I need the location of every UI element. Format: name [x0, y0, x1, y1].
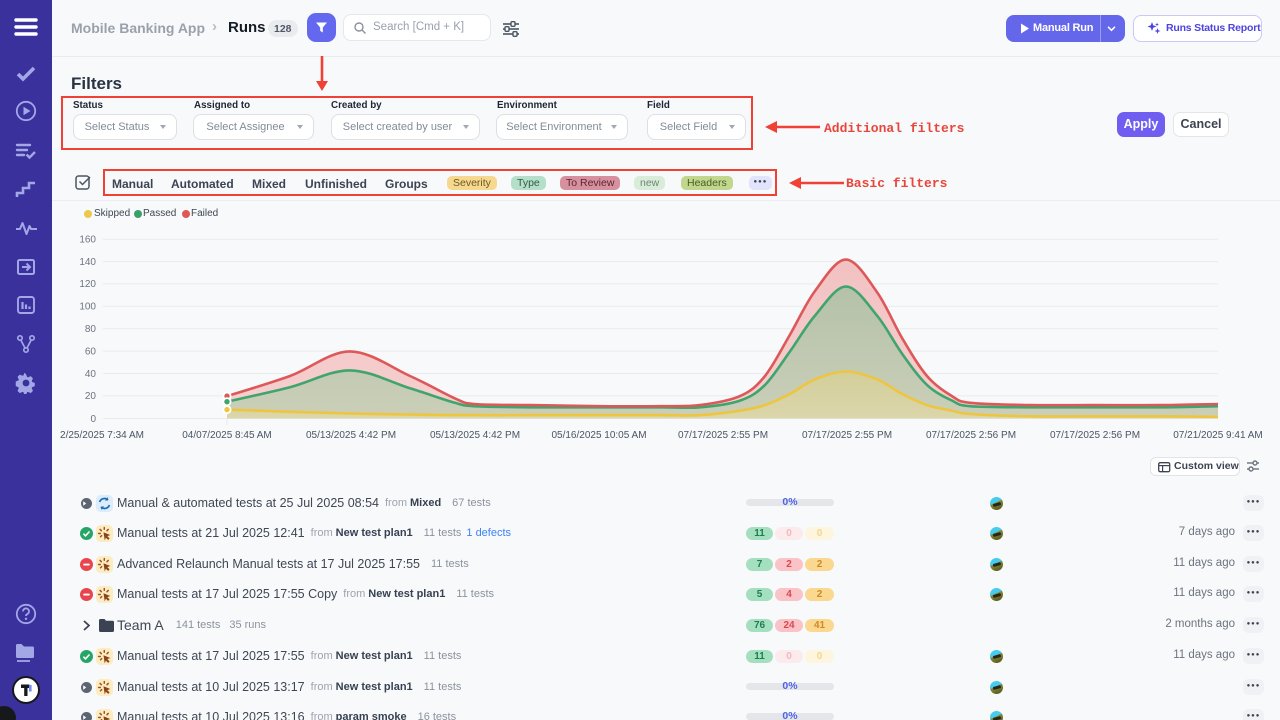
svg-text:80: 80 — [85, 324, 97, 335]
svg-text:07/17/2025 2:56 PM: 07/17/2025 2:56 PM — [1050, 430, 1140, 441]
svg-text:05/13/2025 4:42 PM: 05/13/2025 4:42 PM — [306, 430, 396, 441]
svg-text:07/17/2025 2:55 PM: 07/17/2025 2:55 PM — [802, 430, 892, 441]
svg-text:140: 140 — [79, 257, 96, 268]
svg-text:40: 40 — [85, 369, 97, 380]
svg-text:07/21/2025 9:41 AM: 07/21/2025 9:41 AM — [1173, 430, 1263, 441]
svg-text:160: 160 — [79, 235, 96, 246]
svg-text:60: 60 — [85, 346, 97, 357]
svg-text:05/16/2025 10:05 AM: 05/16/2025 10:05 AM — [551, 430, 646, 441]
svg-text:120: 120 — [79, 279, 96, 290]
svg-text:07/17/2025 2:56 PM: 07/17/2025 2:56 PM — [926, 430, 1016, 441]
svg-text:04/07/2025 8:45 AM: 04/07/2025 8:45 AM — [182, 430, 272, 441]
svg-text:2/25/2025 7:34 AM: 2/25/2025 7:34 AM — [60, 430, 144, 441]
svg-text:0: 0 — [90, 414, 96, 425]
svg-text:07/17/2025 2:55 PM: 07/17/2025 2:55 PM — [678, 430, 768, 441]
svg-text:20: 20 — [85, 391, 97, 402]
svg-text:05/13/2025 4:42 PM: 05/13/2025 4:42 PM — [430, 430, 520, 441]
svg-text:100: 100 — [79, 302, 96, 313]
